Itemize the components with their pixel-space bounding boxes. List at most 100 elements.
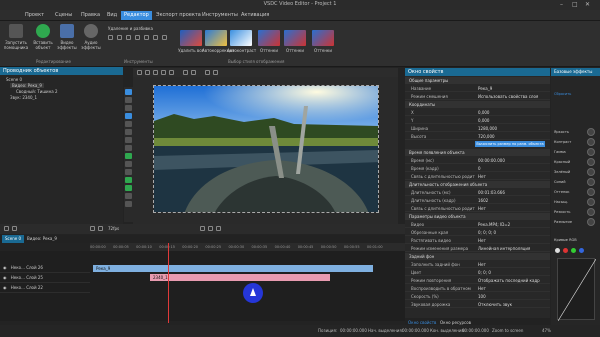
copy-icon[interactable] — [117, 35, 122, 40]
properties-section[interactable]: Координаты — [405, 101, 550, 108]
tab-edit[interactable]: Правка — [78, 11, 103, 20]
tab-video-river[interactable]: Видео: Река_9 — [24, 235, 60, 243]
image-tool-icon[interactable] — [125, 113, 132, 119]
effect-thumb-3[interactable] — [230, 30, 252, 46]
stop-icon[interactable] — [98, 226, 103, 231]
property-row[interactable]: Звуковая дорожка Отключить звук — [405, 301, 550, 308]
property-value[interactable]: Использовать свойства слоя — [478, 93, 538, 100]
effect-knob[interactable] — [587, 158, 595, 166]
property-row[interactable]: Видео Река.MP4; ID=2 — [405, 221, 550, 228]
mask-tool-icon[interactable] — [125, 161, 132, 167]
track-eye-icon[interactable]: ◉ — [3, 265, 7, 270]
shape-tool-icon[interactable] — [125, 105, 132, 111]
clip-audio[interactable]: 2340_1 — [150, 274, 330, 281]
property-value[interactable]: 1280,000 — [478, 125, 497, 132]
track-header-1[interactable]: ◉ Неко... Слой 26 — [0, 263, 90, 273]
select-icon[interactable] — [137, 70, 142, 75]
minimize-icon[interactable]: – — [560, 1, 563, 8]
property-row[interactable]: Заполнить задний фон Нет — [405, 261, 550, 268]
layer-down-icon[interactable] — [191, 70, 196, 75]
filter-tool-icon[interactable] — [125, 185, 132, 191]
transition-tool-icon[interactable] — [125, 193, 132, 199]
tree-item-audio[interactable]: Звук: 2340_1 — [10, 95, 37, 100]
tree-item-silence[interactable]: Сводный: Тишина 2 — [16, 89, 58, 94]
tab-scenes[interactable]: Сцены — [52, 11, 75, 20]
effect-knob[interactable] — [587, 168, 595, 176]
property-value[interactable]: 0 — [478, 165, 481, 172]
timeline-ruler[interactable]: 00:00:0000:00:0500:00:1000:00:1500:00:20… — [90, 243, 405, 251]
property-value[interactable]: Нет — [478, 285, 486, 292]
split-icon[interactable] — [162, 35, 167, 40]
property-value[interactable]: 1602 — [478, 197, 488, 204]
chart-tool-icon[interactable] — [125, 137, 132, 143]
properties-section[interactable]: Параметры видео объекта — [405, 213, 550, 220]
grid-icon[interactable] — [161, 70, 166, 75]
property-value[interactable]: Линейная интерполяция — [478, 245, 530, 252]
tree-item-scene[interactable]: Scene 0 — [6, 77, 22, 82]
effect-thumb-2[interactable] — [205, 30, 227, 46]
effect-knob[interactable] — [587, 148, 595, 156]
align-icon[interactable] — [169, 70, 174, 75]
crop-icon[interactable] — [135, 35, 140, 40]
property-value[interactable]: Нет — [478, 237, 486, 244]
move-tool-icon[interactable] — [125, 153, 132, 159]
tree-item-video[interactable]: Видео: Река_9 — [10, 83, 44, 88]
property-row[interactable]: Режим повторения Отображать последний кад… — [405, 277, 550, 284]
track-eye-icon[interactable]: ◉ — [3, 275, 7, 280]
property-value[interactable]: Нет — [478, 261, 486, 268]
remove-track-icon[interactable] — [12, 226, 17, 231]
add-track-icon[interactable] — [4, 226, 9, 231]
channel-blue-icon[interactable] — [579, 248, 584, 253]
effect-thumb-6[interactable] — [312, 30, 334, 46]
audio-effects-button[interactable]: Аудио эффекты — [80, 24, 102, 50]
property-value[interactable]: Нет — [478, 173, 486, 180]
property-row[interactable]: Высота 720,000 — [405, 133, 550, 140]
property-row[interactable]: Название Река_9 — [405, 85, 550, 92]
effect-knob[interactable] — [587, 188, 595, 196]
channel-red-icon[interactable] — [563, 248, 568, 253]
fit-size-button[interactable]: Вычислить размер по разм. объекта — [475, 141, 545, 147]
more-tool-icon[interactable] — [125, 201, 132, 207]
prev-frame-icon[interactable] — [200, 226, 205, 231]
property-row[interactable]: Время (мс) 00:00:00.000 — [405, 157, 550, 164]
tab-tools[interactable]: Инструменты — [199, 11, 241, 20]
effect-thumb-4[interactable] — [258, 30, 280, 46]
subtitles-tool-icon[interactable] — [125, 169, 132, 175]
property-value[interactable]: 0,000 — [478, 117, 489, 124]
property-row[interactable]: Воспроизводить в обратном Нет — [405, 285, 550, 292]
playhead[interactable] — [168, 243, 169, 323]
effect-knob[interactable] — [587, 198, 595, 206]
cut-icon[interactable] — [108, 35, 113, 40]
lock-icon[interactable] — [205, 70, 210, 75]
audio-tool-icon[interactable] — [125, 129, 132, 135]
property-row[interactable]: Связь с длительностью родит Нет — [405, 205, 550, 212]
effect-knob[interactable] — [587, 128, 595, 136]
effect-knob[interactable] — [587, 138, 595, 146]
property-row[interactable]: Ширина 1280,000 — [405, 125, 550, 132]
channel-white-icon[interactable] — [555, 248, 560, 253]
clip-video[interactable]: Река_9 — [93, 265, 373, 272]
property-row[interactable]: Время (кадр) 0 — [405, 165, 550, 172]
property-row[interactable]: Цвет 0; 0; 0 — [405, 269, 550, 276]
layer-up-icon[interactable] — [183, 70, 188, 75]
effect-thumb-5[interactable] — [284, 30, 306, 46]
play-icon[interactable] — [90, 226, 95, 231]
property-value[interactable]: Отображать последний кадр — [478, 277, 540, 284]
insert-object-button[interactable]: Вставить объект — [30, 24, 56, 50]
effect-knob[interactable] — [587, 218, 595, 226]
properties-section[interactable]: Общие параметры — [405, 77, 550, 84]
effect-thumb-1[interactable] — [180, 30, 202, 46]
properties-section[interactable]: Задний фон — [405, 253, 550, 260]
property-row[interactable]: Длительность (кадр) 1602 — [405, 197, 550, 204]
property-value[interactable]: 0; 0; 0; 0 — [478, 229, 496, 236]
property-value[interactable]: 720,000 — [478, 133, 495, 140]
track-header-3[interactable]: ◉ Неко... Слой 22 — [0, 283, 90, 293]
property-value[interactable]: 00:01:03.666 — [478, 189, 505, 196]
property-value[interactable]: 00:00:00.000 — [478, 157, 505, 164]
property-value[interactable]: 100 — [478, 293, 486, 300]
zoom-value[interactable]: 47% — [542, 325, 551, 337]
wizard-button[interactable]: Запустить помощника — [3, 24, 29, 50]
property-row[interactable]: Режим смешения Использовать свойства слоя — [405, 93, 550, 100]
track-header-2[interactable]: ◉ Неко... Слой 25 — [0, 273, 90, 283]
paste-icon[interactable] — [126, 35, 131, 40]
